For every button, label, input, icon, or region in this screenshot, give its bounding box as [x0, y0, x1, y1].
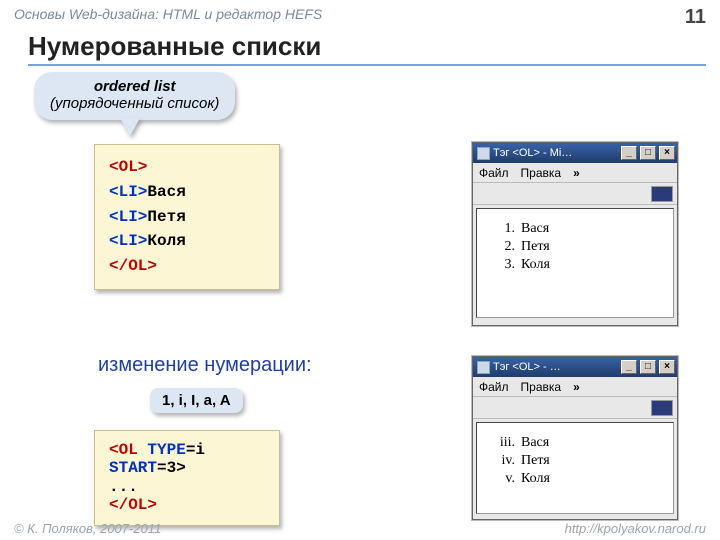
close-button[interactable]: ×	[659, 360, 675, 374]
menu-more-icon[interactable]: »	[573, 166, 580, 180]
list-item: 2.Петя	[493, 239, 665, 255]
copyright: © К. Поляков, 2007-2011	[14, 521, 565, 536]
maximize-button[interactable]: □	[640, 360, 656, 374]
footer-url: http://kpolyakov.narod.ru	[565, 521, 706, 536]
preview-window-roman: Тэг <OL> - … _ □ × Файл Правка » iii.Вас…	[472, 356, 678, 520]
section-label-numbering: изменение нумерации:	[98, 354, 312, 377]
slide-footer: © К. Поляков, 2007-2011 http://kpolyakov…	[14, 521, 706, 536]
page-number: 11	[685, 6, 706, 29]
menu-edit[interactable]: Правка	[521, 166, 562, 180]
code-block-ol-typed: <OL TYPE=i START=3> ... </OL>	[94, 430, 280, 526]
slide-title: Нумерованные списки	[28, 31, 706, 66]
list-item: 1.Вася	[493, 221, 665, 237]
close-button[interactable]: ×	[659, 146, 675, 160]
list-item: 3.Коля	[493, 257, 665, 273]
course-header: Основы Web-дизайна: HTML и редактор HEFS	[14, 6, 685, 22]
maximize-button[interactable]: □	[640, 146, 656, 160]
menu-edit[interactable]: Правка	[521, 380, 562, 394]
titlebar: Тэг <OL> - … _ □ ×	[473, 357, 677, 377]
logo-icon	[651, 400, 673, 416]
menu-more-icon[interactable]: »	[573, 380, 580, 394]
callout-line1: ordered list	[50, 78, 219, 95]
viewport: 1.Вася 2.Петя 3.Коля	[476, 208, 674, 318]
callout-tail	[120, 118, 140, 136]
list-item: v.Коля	[493, 471, 665, 487]
viewport: iii.Вася iv.Петя v.Коля	[476, 422, 674, 514]
menu-file[interactable]: Файл	[479, 166, 509, 180]
list-item: iv.Петя	[493, 453, 665, 469]
toolbar	[473, 397, 677, 419]
menu-bar: Файл Правка »	[473, 377, 677, 397]
toolbar	[473, 183, 677, 205]
preview-window-decimal: Тэг <OL> - Mi… _ □ × Файл Правка » 1.Вас…	[472, 142, 678, 326]
logo-icon	[651, 186, 673, 202]
list-item: iii.Вася	[493, 435, 665, 451]
window-title: Тэг <OL> - Mi…	[493, 147, 618, 159]
app-icon	[477, 361, 490, 374]
titlebar: Тэг <OL> - Mi… _ □ ×	[473, 143, 677, 163]
app-icon	[477, 147, 490, 160]
callout-ordered-list: ordered list (упорядоченный список)	[34, 72, 235, 120]
menu-file[interactable]: Файл	[479, 380, 509, 394]
callout-line2: (упорядоченный список)	[50, 95, 219, 112]
menu-bar: Файл Правка »	[473, 163, 677, 183]
minimize-button[interactable]: _	[621, 146, 637, 160]
minimize-button[interactable]: _	[621, 360, 637, 374]
window-title: Тэг <OL> - …	[493, 361, 618, 373]
code-block-ol-basic: <OL> <LI>Вася <LI>Петя <LI>Коля </OL>	[94, 144, 280, 290]
badge-type-values: 1, i, I, a, A	[150, 388, 243, 413]
